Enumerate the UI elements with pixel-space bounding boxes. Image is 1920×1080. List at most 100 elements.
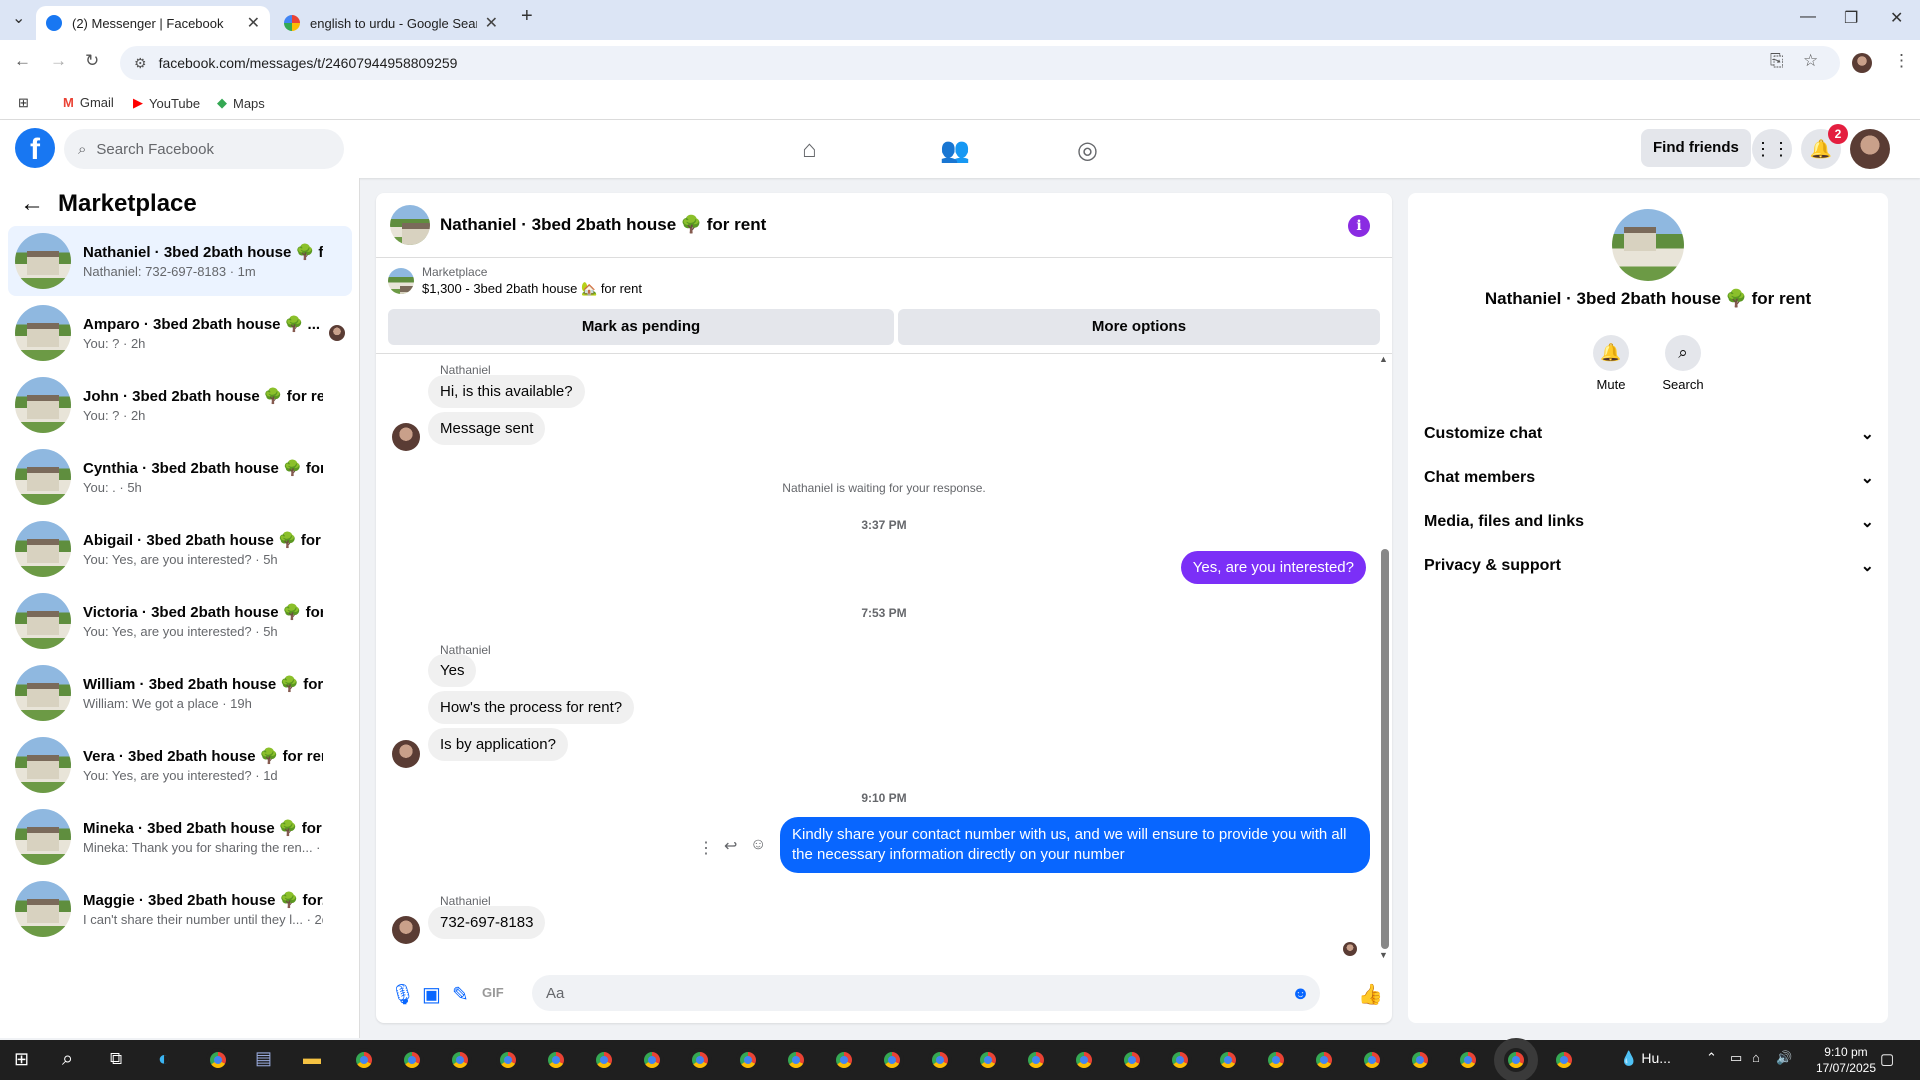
menu-icon[interactable]: ⋮ xyxy=(1893,51,1910,71)
chrome-icon[interactable] xyxy=(784,1048,808,1072)
chrome-icon[interactable] xyxy=(1024,1048,1048,1072)
tab-messenger[interactable]: (2) Messenger | Facebook ✕ xyxy=(36,6,270,40)
task-view-icon[interactable]: ⧉ xyxy=(110,1049,122,1069)
volume-icon[interactable]: 🔊 xyxy=(1776,1050,1792,1066)
gif-icon[interactable]: GIF xyxy=(482,985,504,1000)
chrome-icon[interactable] xyxy=(880,1048,904,1072)
close-tab-icon[interactable]: ✕ xyxy=(485,13,498,33)
sticker-icon[interactable]: ✎ xyxy=(452,982,469,1007)
bookmark-star-icon[interactable]: ☆ xyxy=(1803,51,1818,71)
restore-icon[interactable]: ❐ xyxy=(1844,8,1858,28)
chrome-icon[interactable] xyxy=(1072,1048,1096,1072)
chrome-icon[interactable] xyxy=(206,1048,230,1072)
chrome-icon[interactable] xyxy=(928,1048,952,1072)
photo-icon[interactable]: ▣ xyxy=(422,982,441,1007)
conversation-item[interactable]: Maggie · 3bed 2bath house 🌳 for... I can'… xyxy=(8,874,352,944)
message-input[interactable]: Aa ☻ xyxy=(532,975,1320,1011)
home-icon[interactable]: ⌂ xyxy=(802,136,817,164)
conversation-item[interactable]: Abigail · 3bed 2bath house 🌳 for ... You:… xyxy=(8,514,352,584)
scroll-up-icon[interactable]: ▲ xyxy=(1379,354,1388,364)
notification-center-icon[interactable]: ▢ xyxy=(1880,1050,1894,1068)
conversation-item[interactable]: Mineka · 3bed 2bath house 🌳 for ... Minek… xyxy=(8,802,352,872)
tab-search-icon[interactable]: ⌄ xyxy=(12,8,25,28)
search-icon[interactable]: ⌕ xyxy=(62,1048,73,1071)
chrome-icon[interactable] xyxy=(688,1048,712,1072)
apps-icon[interactable]: ⊞ xyxy=(18,95,29,111)
reply-icon[interactable]: ↩ xyxy=(724,836,737,856)
conversation-item[interactable]: John · 3bed 2bath house 🌳 for rent You: ?… xyxy=(8,370,352,440)
more-options-button[interactable]: More options xyxy=(898,309,1380,345)
bookmark-youtube[interactable]: ▶ YouTube xyxy=(133,95,200,111)
close-tab-icon[interactable]: ✕ xyxy=(247,13,260,33)
microphone-icon[interactable]: 🎙 xyxy=(390,982,415,1007)
new-tab-icon[interactable]: + xyxy=(521,5,533,28)
network-icon[interactable]: ⌂ xyxy=(1752,1050,1760,1065)
chrome-icon[interactable] xyxy=(1312,1048,1336,1072)
conversation-item[interactable]: Vera · 3bed 2bath house 🌳 for rent You: Y… xyxy=(8,730,352,800)
system-clock[interactable]: 9:10 pm 17/07/2025 xyxy=(1816,1044,1876,1076)
chrome-icon[interactable] xyxy=(352,1048,376,1072)
chrome-icon[interactable] xyxy=(1216,1048,1240,1072)
chrome-icon[interactable] xyxy=(640,1048,664,1072)
privacy-support-section[interactable]: Privacy & support ⌄ xyxy=(1424,544,1874,588)
back-icon[interactable]: ← xyxy=(14,51,31,71)
weather-widget[interactable]: 💧 Hu... xyxy=(1620,1050,1671,1067)
scrollbar-thumb[interactable] xyxy=(1381,549,1389,949)
chrome-icon[interactable] xyxy=(1120,1048,1144,1072)
react-icon[interactable]: ☺ xyxy=(750,836,766,854)
profile-avatar[interactable] xyxy=(1852,53,1872,73)
chrome-icon[interactable] xyxy=(400,1048,424,1072)
search-conversation-button[interactable]: ⌕ Search xyxy=(1648,335,1718,392)
address-bar[interactable]: ⚙ facebook.com/messages/t/24607944958809… xyxy=(120,46,1840,80)
account-avatar[interactable] xyxy=(1850,129,1890,169)
back-arrow-icon[interactable]: ← xyxy=(20,190,44,218)
chrome-icon[interactable] xyxy=(832,1048,856,1072)
conversation-item[interactable]: Victoria · 3bed 2bath house 🌳 for... You:… xyxy=(8,586,352,656)
tab-google-search[interactable]: english to urdu - Google Search ✕ xyxy=(274,6,508,40)
install-icon[interactable]: ⎘ xyxy=(1770,51,1784,71)
chrome-icon[interactable] xyxy=(1360,1048,1384,1072)
minimize-icon[interactable]: — xyxy=(1800,8,1816,26)
chrome-icon[interactable] xyxy=(1456,1048,1480,1072)
chrome-icon[interactable] xyxy=(544,1048,568,1072)
conversation-item[interactable]: Nathaniel · 3bed 2bath house 🌳 f... Natha… xyxy=(8,226,352,296)
scroll-down-icon[interactable]: ▼ xyxy=(1379,950,1388,960)
chrome-icon[interactable] xyxy=(448,1048,472,1072)
notepad-icon[interactable]: ▤ xyxy=(255,1048,272,1069)
more-actions-icon[interactable]: ⋮ xyxy=(698,838,714,858)
conversation-item[interactable]: Cynthia · 3bed 2bath house 🌳 for... You: … xyxy=(8,442,352,512)
chrome-icon[interactable] xyxy=(1168,1048,1192,1072)
edge-icon[interactable]: ◐ xyxy=(158,1048,170,1071)
find-friends-button[interactable]: Find friends xyxy=(1641,129,1751,167)
media-files-links-section[interactable]: Media, files and links ⌄ xyxy=(1424,500,1874,544)
meet-now-icon[interactable]: ▭ xyxy=(1730,1050,1742,1066)
scrollbar[interactable]: ▲ ▼ xyxy=(1379,354,1389,964)
chrome-icon[interactable] xyxy=(1408,1048,1432,1072)
chrome-icon[interactable] xyxy=(592,1048,616,1072)
mute-button[interactable]: 🔔 Mute xyxy=(1576,335,1646,392)
emoji-icon[interactable]: ☻ xyxy=(1291,983,1310,1004)
info-icon[interactable]: i xyxy=(1348,215,1370,237)
chat-header[interactable]: Nathaniel · 3bed 2bath house 🌳 for rent … xyxy=(376,193,1392,258)
bookmark-gmail[interactable]: M Gmail xyxy=(63,95,114,110)
listing-summary[interactable]: Marketplace $1,300 - 3bed 2bath house 🏡 … xyxy=(388,265,642,297)
thumbs-up-icon[interactable]: 👍 xyxy=(1358,982,1383,1007)
reload-icon[interactable]: ↻ xyxy=(85,51,99,71)
menu-grid-icon[interactable]: ⋮⋮ xyxy=(1752,129,1792,169)
conversation-item[interactable]: William · 3bed 2bath house 🌳 for... Willi… xyxy=(8,658,352,728)
mark-as-pending-button[interactable]: Mark as pending xyxy=(388,309,894,345)
conversation-item[interactable]: Amparo · 3bed 2bath house 🌳 ... You: ? · … xyxy=(8,298,352,368)
chrome-icon[interactable] xyxy=(1552,1048,1576,1072)
file-explorer-icon[interactable]: ▬ xyxy=(303,1048,321,1069)
facebook-search-input[interactable]: ⌕ Search Facebook xyxy=(64,129,344,169)
chrome-icon[interactable] xyxy=(1264,1048,1288,1072)
forward-icon[interactable]: → xyxy=(50,51,67,71)
bookmark-maps[interactable]: ◆ Maps xyxy=(217,95,265,111)
chrome-icon[interactable] xyxy=(496,1048,520,1072)
tray-chevron-icon[interactable]: ⌃ xyxy=(1706,1050,1717,1066)
chrome-icon-active[interactable] xyxy=(1494,1038,1538,1080)
facebook-logo[interactable]: f xyxy=(15,128,55,168)
chat-members-section[interactable]: Chat members ⌄ xyxy=(1424,456,1874,500)
friends-icon[interactable]: 👥 xyxy=(940,136,970,165)
site-info-icon[interactable]: ⚙ xyxy=(134,55,147,72)
